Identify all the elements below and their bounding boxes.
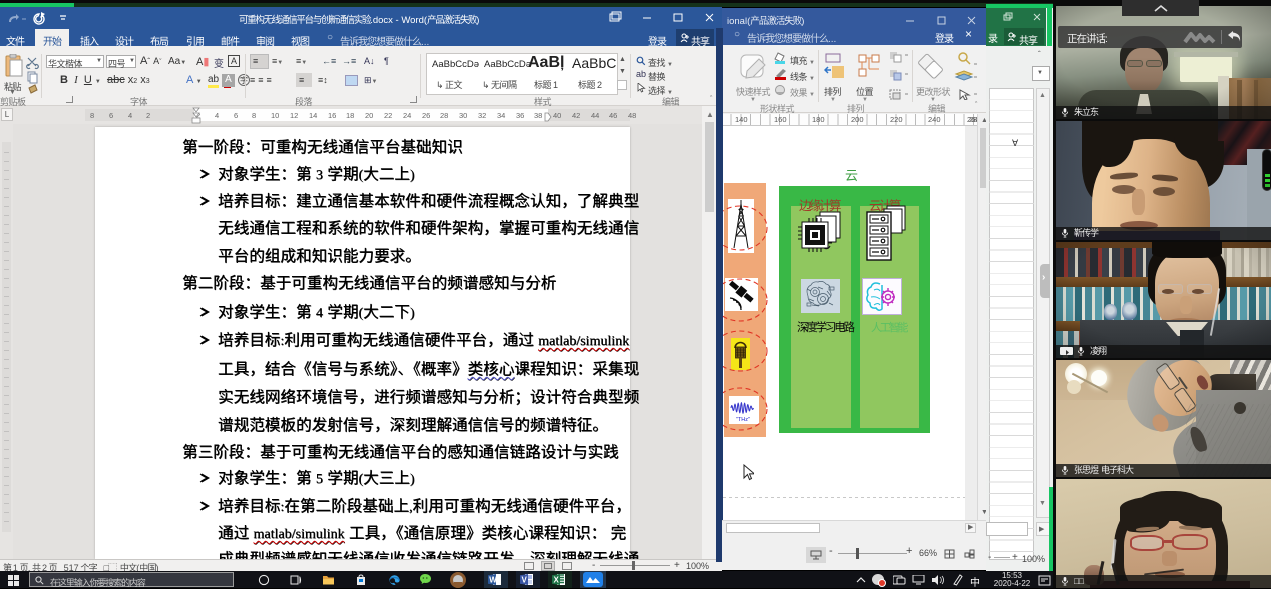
svg-text:X: X [554,576,560,585]
svg-text:W: W [489,576,497,585]
svg-text:V: V [522,576,528,585]
